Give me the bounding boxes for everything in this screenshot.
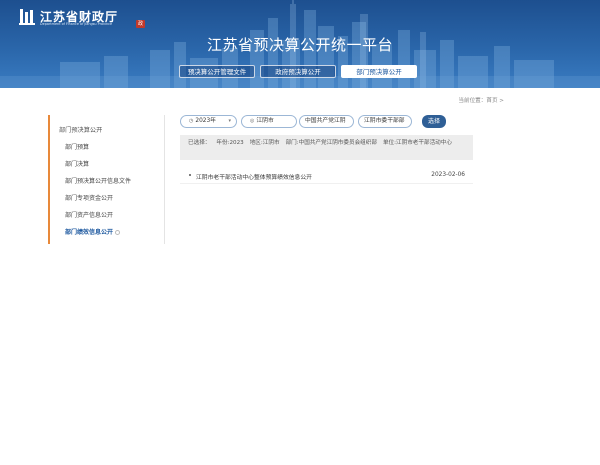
select-button[interactable]: 选择	[422, 115, 446, 128]
sidebar: 部门预决算公开 部门预算 部门决算 部门预决算公开信息文件 部门专项资金公开 部…	[48, 115, 165, 244]
site-logo[interactable]: 江苏省财政厅 Department of Finance of Jiangsu …	[18, 6, 145, 30]
result-title[interactable]: 江阴市老干部活动中心整体预算绩效信息公开	[196, 172, 312, 181]
logo-seal: 政	[136, 20, 145, 28]
selected-region: 地区:江阴市	[249, 140, 280, 146]
sidebar-item-assets-info[interactable]: 部门资产信息公开	[65, 210, 113, 219]
nav-budget-management-files[interactable]: 预决算公开管理文件	[179, 65, 255, 78]
breadcrumb[interactable]: 当前位置：首页 >	[458, 96, 504, 104]
selected-year: 年份:2023	[216, 140, 244, 146]
sidebar-item-department-budget[interactable]: 部门预算	[65, 142, 89, 151]
nav-department-budget[interactable]: 部门预决算公开	[341, 65, 417, 78]
year-value: 2023年	[195, 118, 216, 124]
active-indicator-icon	[115, 230, 121, 235]
location-pin-icon: ◎	[250, 118, 255, 124]
bullet-icon	[189, 174, 191, 176]
sidebar-item-label: 部门绩效信息公开	[65, 229, 114, 236]
clock-icon: ◷	[189, 118, 194, 124]
chevron-down-icon: ▾	[228, 118, 231, 124]
selected-department: 部门:中国共产党江阴市委员会组织部	[285, 140, 377, 146]
selected-conditions: 已选择： 年份:2023 地区:江阴市 部门:中国共产党江阴市委员会组织部 单位:江阴市…	[180, 135, 473, 160]
logo-english-name: Department of Finance of Jiangsu Provinc…	[40, 22, 113, 26]
emblem-icon	[19, 9, 35, 25]
sidebar-item-department-final-accounts[interactable]: 部门决算	[65, 159, 89, 168]
list-item[interactable]: 江阴市老干部活动中心整体预算绩效信息公开 2023-02-06	[180, 168, 473, 184]
region-value: 江阴市	[256, 118, 274, 124]
header-banner: 江苏省财政厅 Department of Finance of Jiangsu …	[0, 0, 600, 88]
unit-select[interactable]: 江阴市委干部部	[358, 115, 412, 128]
selected-unit: 单位:江阴市老干部活动中心	[382, 140, 452, 146]
sidebar-item-performance-info[interactable]: 部门绩效信息公开	[65, 227, 121, 236]
selected-prefix: 已选择：	[188, 140, 211, 146]
sidebar-heading[interactable]: 部门预决算公开	[59, 125, 102, 134]
sidebar-item-special-funds[interactable]: 部门专项资金公开	[65, 193, 113, 202]
nav-government-budget[interactable]: 政府预决算公开	[260, 65, 336, 78]
unit-value: 江阴市委干部部	[364, 118, 405, 124]
region-select[interactable]: ◎ 江阴市	[241, 115, 297, 128]
site-title: 江苏省预决算公开统一平台	[206, 36, 393, 54]
result-date: 2023-02-06	[431, 172, 465, 178]
filter-bar: ◷ 2023年 ▾ ◎ 江阴市 中国共产党江阴 江阴市委干部部 选择	[180, 115, 480, 129]
sidebar-item-disclosure-files[interactable]: 部门预决算公开信息文件	[65, 176, 131, 185]
department-select[interactable]: 中国共产党江阴	[299, 115, 354, 128]
department-value: 中国共产党江阴	[305, 118, 346, 124]
year-select[interactable]: ◷ 2023年 ▾	[180, 115, 237, 128]
